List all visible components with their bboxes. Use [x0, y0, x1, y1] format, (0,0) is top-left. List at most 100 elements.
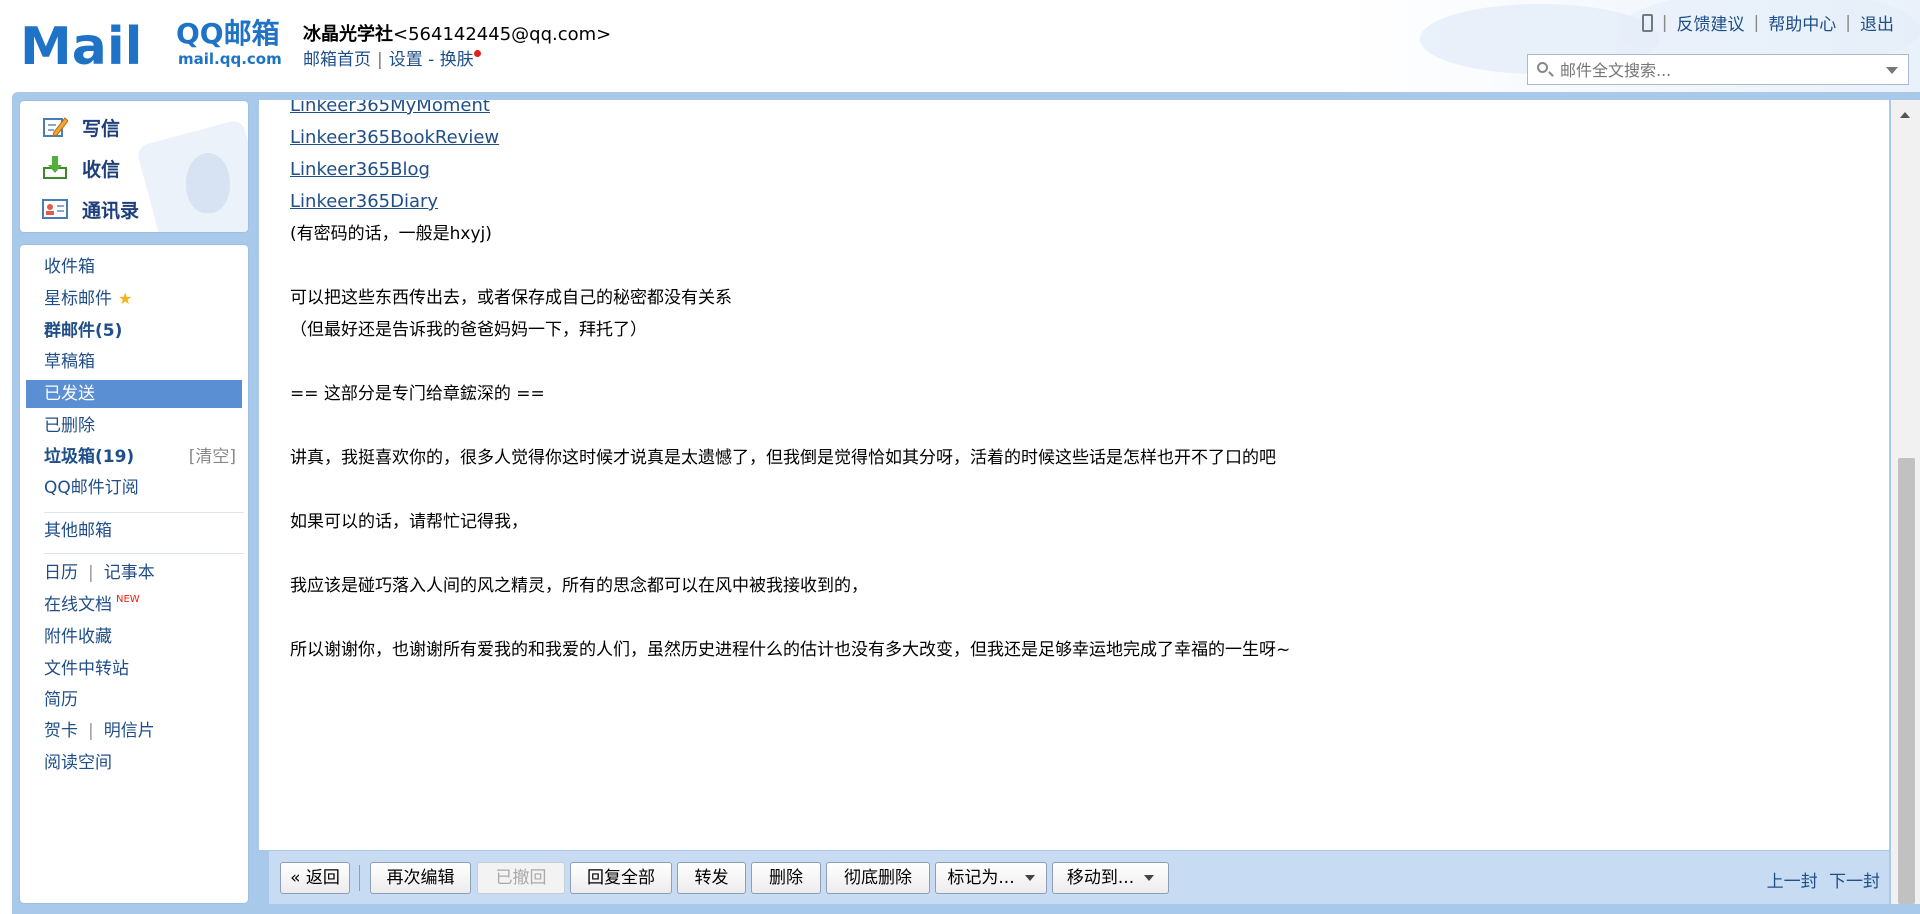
search-icon — [1537, 62, 1548, 73]
delete-button[interactable]: 删除 — [751, 862, 821, 894]
mail-link[interactable]: Linkeer365Blog — [290, 159, 430, 180]
postcards-link[interactable]: 明信片 — [104, 721, 155, 741]
folder-inbox[interactable]: 收件箱 — [26, 253, 242, 281]
logout-link[interactable]: 退出 — [1860, 10, 1894, 35]
mail-blank-line — [290, 474, 1790, 506]
folder-groups[interactable]: 群邮件(5) — [26, 317, 242, 345]
mail-blank-line — [290, 346, 1790, 378]
top-links: | 反馈建议 | 帮助中心 | 退出 — [1641, 10, 1894, 35]
mail-text-line: (有密码的话，一般是hxyj) — [290, 224, 492, 244]
scroll-up-arrow-icon[interactable] — [1900, 112, 1910, 118]
divider: | — [377, 50, 383, 70]
check-mail-button[interactable]: 收信 — [42, 151, 120, 185]
divider: | — [1661, 12, 1668, 33]
mail-text-line: == 这部分是专门给章鋐深的 == — [290, 384, 545, 404]
other-mailboxes-label: 其他邮箱 — [44, 521, 112, 541]
mail-blank-line — [290, 538, 1790, 570]
calendar-notes-row: 日历 | 记事本 — [26, 559, 242, 587]
mobile-phone-icon[interactable] — [1641, 13, 1653, 32]
svg-text:Mail: Mail — [20, 17, 142, 74]
folder-deleted-label: 已删除 — [44, 416, 95, 436]
folder-spam[interactable]: 垃圾箱(19) [清空] — [26, 443, 242, 471]
edit-again-button[interactable]: 再次编辑 — [370, 862, 471, 894]
previous-mail-link[interactable]: 上一封 — [1767, 872, 1818, 892]
move-to-dropdown[interactable]: 移动到... — [1052, 862, 1169, 894]
divider: | — [1753, 12, 1760, 33]
clear-spam-link[interactable]: [清空] — [189, 443, 236, 471]
notes-link[interactable]: 记事本 — [104, 563, 155, 583]
chevron-down-icon — [1144, 875, 1155, 881]
contacts-label: 通讯录 — [82, 199, 140, 222]
check-mail-label: 收信 — [82, 158, 121, 181]
folder-starred[interactable]: 星标邮件 ★ — [26, 285, 242, 313]
divider: | — [88, 721, 94, 741]
mail-content-area: Linkeer365MyMoment Linkeer365BookReview … — [259, 100, 1889, 850]
file-transfer-station[interactable]: 文件中转站 — [26, 655, 242, 683]
divider: | — [1845, 12, 1851, 33]
compose-button[interactable]: 写信 — [42, 110, 120, 144]
logo-domain-text: mail.qq.com — [178, 50, 282, 68]
help-center-link[interactable]: 帮助中心 — [1768, 10, 1836, 35]
attachments-label: 附件收藏 — [44, 627, 112, 647]
greeting-cards-link[interactable]: 贺卡 — [44, 721, 78, 741]
folder-drafts[interactable]: 草稿箱 — [26, 348, 242, 376]
delete-forever-button[interactable]: 彻底删除 — [826, 862, 930, 894]
account-info: 冰晶光学社<564142445@qq.com> — [303, 20, 611, 46]
online-docs[interactable]: 在线文档 NEW — [26, 591, 242, 619]
folder-subscriptions-label: QQ邮件订阅 — [44, 478, 139, 498]
mail-text-line: 如果可以的话，请帮忙记得我， — [290, 512, 528, 532]
mail-blank-line — [290, 250, 1790, 282]
settings-link[interactable]: 设置 — [389, 50, 423, 70]
fulltext-search-box[interactable] — [1527, 54, 1909, 85]
mark-as-label: 标记为... — [947, 868, 1015, 888]
folder-sent[interactable]: 已发送 — [26, 380, 242, 408]
attachments-collection[interactable]: 附件收藏 — [26, 623, 242, 651]
mailbox-home-link[interactable]: 邮箱首页 — [303, 50, 371, 70]
account-links: 邮箱首页 | 设置 - 换肤 — [303, 45, 481, 70]
chevron-down-icon[interactable] — [1886, 67, 1898, 74]
mark-as-dropdown[interactable]: 标记为... — [935, 862, 1047, 894]
cards-postcards-row: 贺卡 | 明信片 — [26, 717, 242, 745]
move-to-label: 移动到... — [1066, 868, 1135, 888]
folder-subscriptions[interactable]: QQ邮件订阅 — [26, 474, 242, 502]
divider — [44, 512, 244, 513]
mail-text-line: 讲真，我挺喜欢你的，很多人觉得你这时候才说真是太遗憾了，但我倒是觉得恰如其分呀，… — [290, 448, 1276, 468]
search-input[interactable] — [1558, 58, 1862, 82]
reading-space-label: 阅读空间 — [44, 753, 112, 773]
divider — [359, 865, 360, 891]
mail-body: Linkeer365MyMoment Linkeer365BookReview … — [290, 100, 1790, 666]
penguin-decoration — [186, 153, 230, 213]
prev-next-nav: 上一封 下一封 — [1767, 867, 1880, 892]
reading-space[interactable]: 阅读空间 — [26, 749, 242, 777]
folder-sent-label: 已发送 — [44, 384, 95, 404]
mail-text-line: （但最好还是告诉我的爸爸妈妈一下，拜托了） — [290, 320, 647, 340]
calendar-link[interactable]: 日历 — [44, 563, 78, 583]
other-mailboxes[interactable]: 其他邮箱 — [26, 517, 242, 545]
folder-inbox-label: 收件箱 — [44, 257, 95, 277]
compose-icon — [43, 117, 68, 137]
reply-all-button[interactable]: 回复全部 — [570, 862, 672, 894]
change-skin-link[interactable]: 换肤 — [440, 50, 474, 70]
mail-link[interactable]: Linkeer365MyMoment — [290, 100, 490, 116]
next-mail-link[interactable]: 下一封 — [1829, 872, 1880, 892]
forward-button[interactable]: 转发 — [677, 862, 746, 894]
file-transfer-label: 文件中转站 — [44, 659, 129, 679]
compose-label: 写信 — [82, 117, 121, 140]
scrollbar-thumb[interactable] — [1898, 458, 1915, 904]
feedback-link[interactable]: 反馈建议 — [1677, 10, 1745, 35]
mail-link[interactable]: Linkeer365Diary — [290, 191, 438, 212]
star-icon: ★ — [118, 289, 133, 308]
divider: | — [88, 563, 94, 583]
mail-text-line: 我应该是碰巧落入人间的风之精灵，所有的思念都可以在风中被我接收到的， — [290, 576, 868, 596]
recalled-button: 已撤回 — [477, 862, 565, 894]
mail-link[interactable]: Linkeer365BookReview — [290, 127, 499, 148]
resume-label: 简历 — [44, 690, 78, 710]
resume[interactable]: 简历 — [26, 686, 242, 714]
contacts-icon — [42, 199, 68, 219]
qq-mail-logo[interactable]: Mail — [20, 16, 170, 74]
download-inbox-icon — [43, 156, 67, 179]
back-button[interactable]: « 返回 — [280, 862, 350, 894]
folder-deleted[interactable]: 已删除 — [26, 412, 242, 440]
folder-drafts-label: 草稿箱 — [44, 352, 95, 372]
contacts-button[interactable]: 通讯录 — [42, 192, 139, 226]
